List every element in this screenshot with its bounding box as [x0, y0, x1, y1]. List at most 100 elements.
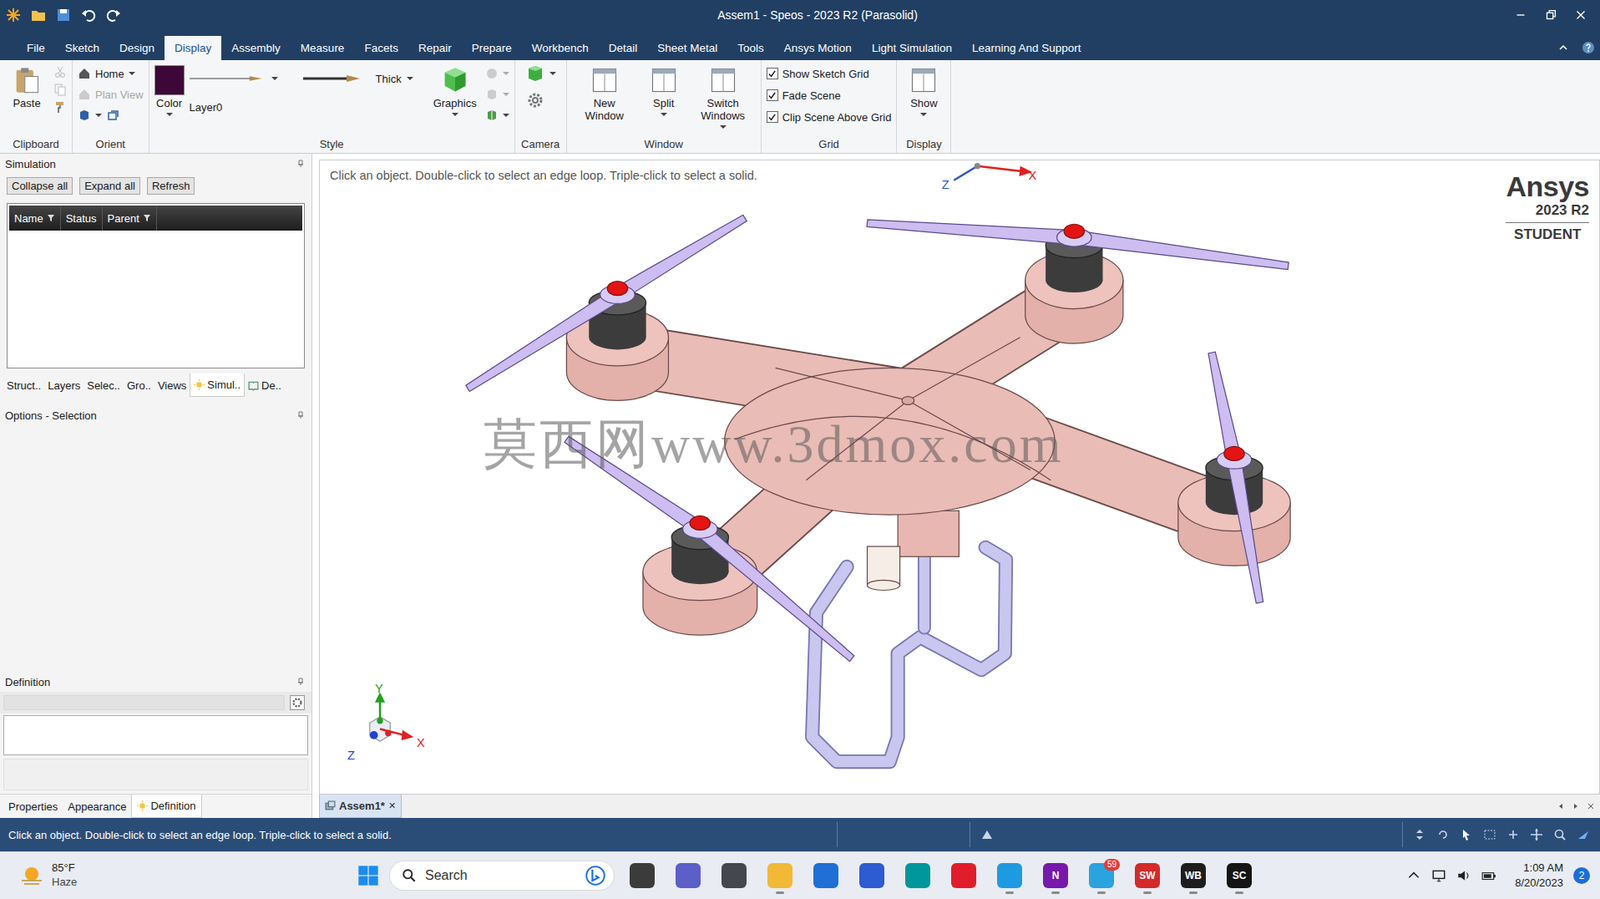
taskbar-app[interactable] [899, 855, 937, 896]
camera-settings-button[interactable] [525, 90, 557, 111]
redo-icon[interactable] [105, 6, 122, 24]
ribbon-tab[interactable]: File [16, 35, 56, 61]
ribbon-tab[interactable]: Light Simulation [861, 35, 963, 61]
save-icon[interactable] [55, 6, 72, 24]
taskbar-app[interactable]: WB [1174, 855, 1212, 896]
pin-icon[interactable] [296, 159, 305, 168]
notification-badge[interactable]: 2 [1573, 866, 1590, 884]
rotate-view-icon[interactable] [106, 108, 120, 122]
ribbon-tab[interactable]: Prepare [461, 35, 522, 61]
graphics-tool[interactable] [485, 65, 510, 82]
taskbar-app[interactable] [669, 855, 707, 896]
ribbon-tab[interactable]: Workbench [521, 35, 599, 61]
ribbon-big-button[interactable]: Switch Windows [690, 63, 756, 131]
ribbon-tab[interactable]: Facets [354, 35, 409, 61]
panel-button[interactable]: Collapse all [6, 177, 73, 195]
ribbon-tab[interactable]: Display [164, 35, 222, 61]
rotate-icon[interactable] [1436, 827, 1450, 841]
taskbar-search[interactable]: Search [389, 860, 615, 891]
zoom-icon[interactable] [1553, 827, 1567, 841]
taskbar-app[interactable] [623, 855, 661, 896]
taskbar-app[interactable] [807, 855, 845, 896]
table-column[interactable]: Status [60, 205, 103, 231]
weather-widget[interactable]: 85°FHaze [0, 860, 186, 890]
taskbar-app[interactable]: 59 [1083, 855, 1120, 896]
grid-checkbox-row[interactable]: Clip Scene Above Grid [766, 108, 892, 126]
camera-view-button[interactable] [525, 63, 557, 84]
document-tab[interactable]: Assem1*✕ [318, 794, 402, 818]
taskbar-app[interactable]: SC [1220, 855, 1258, 896]
triangle-icon[interactable] [980, 827, 994, 841]
clock[interactable]: 1:09 AM8/20/2023 [1514, 860, 1564, 890]
collapse-ribbon-icon[interactable] [1556, 40, 1570, 55]
panel-button[interactable]: Refresh [146, 177, 196, 195]
rotor[interactable] [866, 219, 1289, 344]
copy-icon[interactable] [53, 82, 67, 97]
pan-icon[interactable] [1529, 827, 1544, 841]
ribbon-big-button[interactable]: Show [901, 63, 946, 118]
help-icon[interactable] [1581, 40, 1595, 55]
ribbon-tab[interactable]: Sheet Metal [647, 35, 728, 61]
rotor[interactable] [465, 214, 747, 400]
volume-icon[interactable] [1456, 867, 1472, 883]
panel-tab[interactable]: Struct.. [3, 373, 45, 397]
view-cube-icon[interactable] [77, 108, 92, 122]
bottom-tab[interactable]: Properties [3, 794, 63, 818]
panel-tab[interactable]: Selec.. [83, 373, 124, 397]
graphics-tool[interactable] [485, 86, 510, 103]
panel-tab[interactable]: Layers [44, 373, 84, 397]
orient-button[interactable]: Home [77, 65, 144, 82]
pin-icon[interactable] [296, 410, 305, 420]
show-hidden-icon[interactable] [1406, 867, 1422, 883]
taskbar-app[interactable] [715, 855, 753, 896]
ribbon-tab[interactable]: Ansys Motion [774, 35, 862, 61]
ribbon-tab[interactable]: Tools [727, 35, 775, 61]
updown-icon[interactable] [1412, 827, 1427, 841]
definition-text-area[interactable] [3, 714, 309, 755]
graphics-tool[interactable] [485, 106, 510, 124]
paste-button[interactable]: Paste [5, 63, 49, 112]
3d-viewport[interactable]: XZYXZClick an object. Double-click to se… [318, 159, 1600, 795]
orient-button[interactable]: Plan View [77, 86, 144, 103]
app-logo-icon[interactable] [5, 6, 22, 24]
drone-model[interactable]: XZYXZ [319, 160, 1600, 794]
gear-icon[interactable] [289, 694, 305, 710]
ribbon-tab[interactable]: Detail [598, 35, 649, 61]
undo-icon[interactable] [80, 6, 97, 24]
taskbar-app[interactable] [853, 855, 891, 896]
definition-field[interactable] [3, 694, 285, 710]
minimize-icon[interactable] [1513, 7, 1529, 23]
spin-icon[interactable] [1506, 827, 1520, 841]
box-select-icon[interactable] [1483, 827, 1497, 841]
ribbon-tab[interactable]: Sketch [55, 35, 110, 61]
scroll-right-icon[interactable] [1571, 801, 1580, 811]
filter-icon[interactable] [142, 213, 152, 223]
battery-icon[interactable] [1481, 867, 1497, 883]
ribbon-tab[interactable]: Design [109, 35, 165, 61]
cut-icon[interactable] [53, 65, 67, 79]
ribbon-big-button[interactable]: New Window [572, 63, 638, 125]
ribbon-big-button[interactable]: Split [642, 63, 686, 118]
panel-tab[interactable]: Views [154, 373, 190, 397]
taskbar-app[interactable]: N [1037, 855, 1074, 896]
fly-icon[interactable] [1576, 827, 1590, 841]
taskbar-app[interactable] [945, 855, 983, 896]
close-all-icon[interactable] [1586, 801, 1595, 811]
network-icon[interactable] [1431, 867, 1447, 883]
checkbox[interactable] [766, 67, 779, 80]
ribbon-tab[interactable]: Measure [290, 35, 355, 61]
bottom-tab[interactable]: Definition [131, 794, 202, 818]
select-icon[interactable] [1459, 827, 1474, 841]
grid-checkbox-row[interactable]: Show Sketch Grid [766, 65, 892, 82]
table-column[interactable]: Name [9, 205, 61, 231]
bottom-tab[interactable]: Appearance [62, 794, 132, 818]
taskbar-app[interactable] [991, 855, 1028, 896]
open-folder-icon[interactable] [30, 6, 47, 24]
ribbon-tab[interactable]: Assembly [221, 35, 291, 61]
color-button[interactable]: Color [154, 63, 185, 117]
panel-tab[interactable]: Gro.. [123, 373, 155, 397]
filter-icon[interactable] [46, 213, 56, 223]
format-painter-icon[interactable] [53, 100, 67, 114]
scroll-left-icon[interactable] [1556, 801, 1565, 811]
line-weight-dropdown[interactable]: Thick [293, 72, 414, 86]
